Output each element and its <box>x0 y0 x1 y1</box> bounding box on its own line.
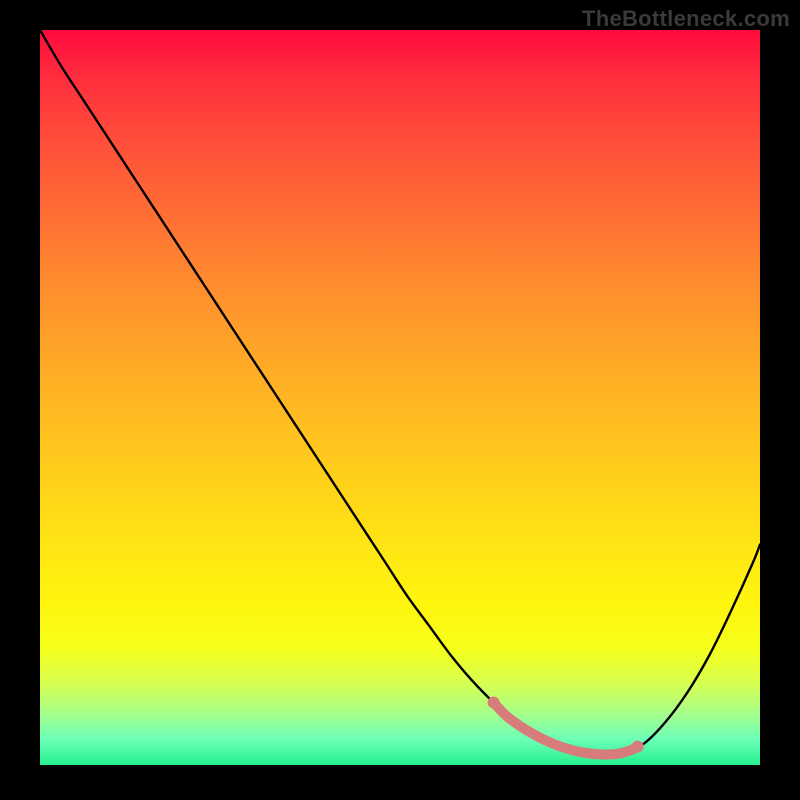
chart-overlay <box>40 30 760 765</box>
plot-area <box>40 30 760 765</box>
range-start-dot <box>488 697 500 709</box>
range-end-dot <box>632 741 644 753</box>
chart-frame: TheBottleneck.com <box>0 0 800 800</box>
bottleneck-curve <box>40 30 760 758</box>
low-bottleneck-range <box>494 703 638 755</box>
watermark-text: TheBottleneck.com <box>582 6 790 32</box>
